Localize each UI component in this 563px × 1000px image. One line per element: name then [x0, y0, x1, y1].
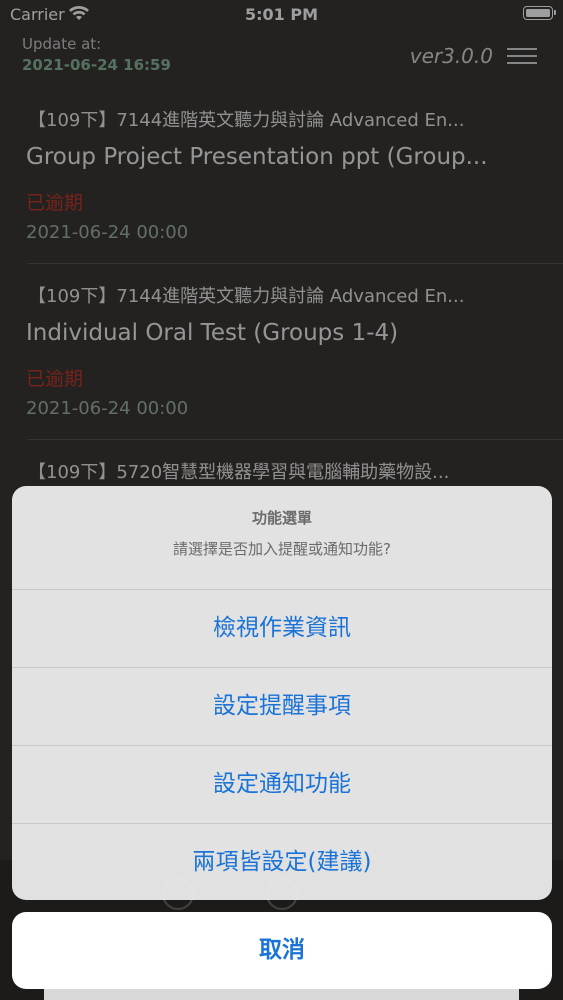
- bottom-strip: [44, 989, 519, 1000]
- action-sheet-message: 請選擇是否加入提醒或通知功能?: [173, 540, 391, 558]
- set-both-button[interactable]: 兩項皆設定(建議): [12, 823, 552, 900]
- action-sheet-title: 功能選單: [251, 509, 312, 527]
- view-assignment-info-button[interactable]: 檢視作業資訊: [12, 589, 552, 667]
- action-sheet-header: 功能選單 請選擇是否加入提醒或通知功能?: [12, 486, 552, 589]
- action-sheet: 功能選單 請選擇是否加入提醒或通知功能? 檢視作業資訊 設定提醒事項 設定通知功…: [12, 486, 552, 900]
- set-notification-button[interactable]: 設定通知功能: [12, 745, 552, 823]
- set-reminder-button[interactable]: 設定提醒事項: [12, 667, 552, 745]
- cancel-button[interactable]: 取消: [12, 912, 552, 989]
